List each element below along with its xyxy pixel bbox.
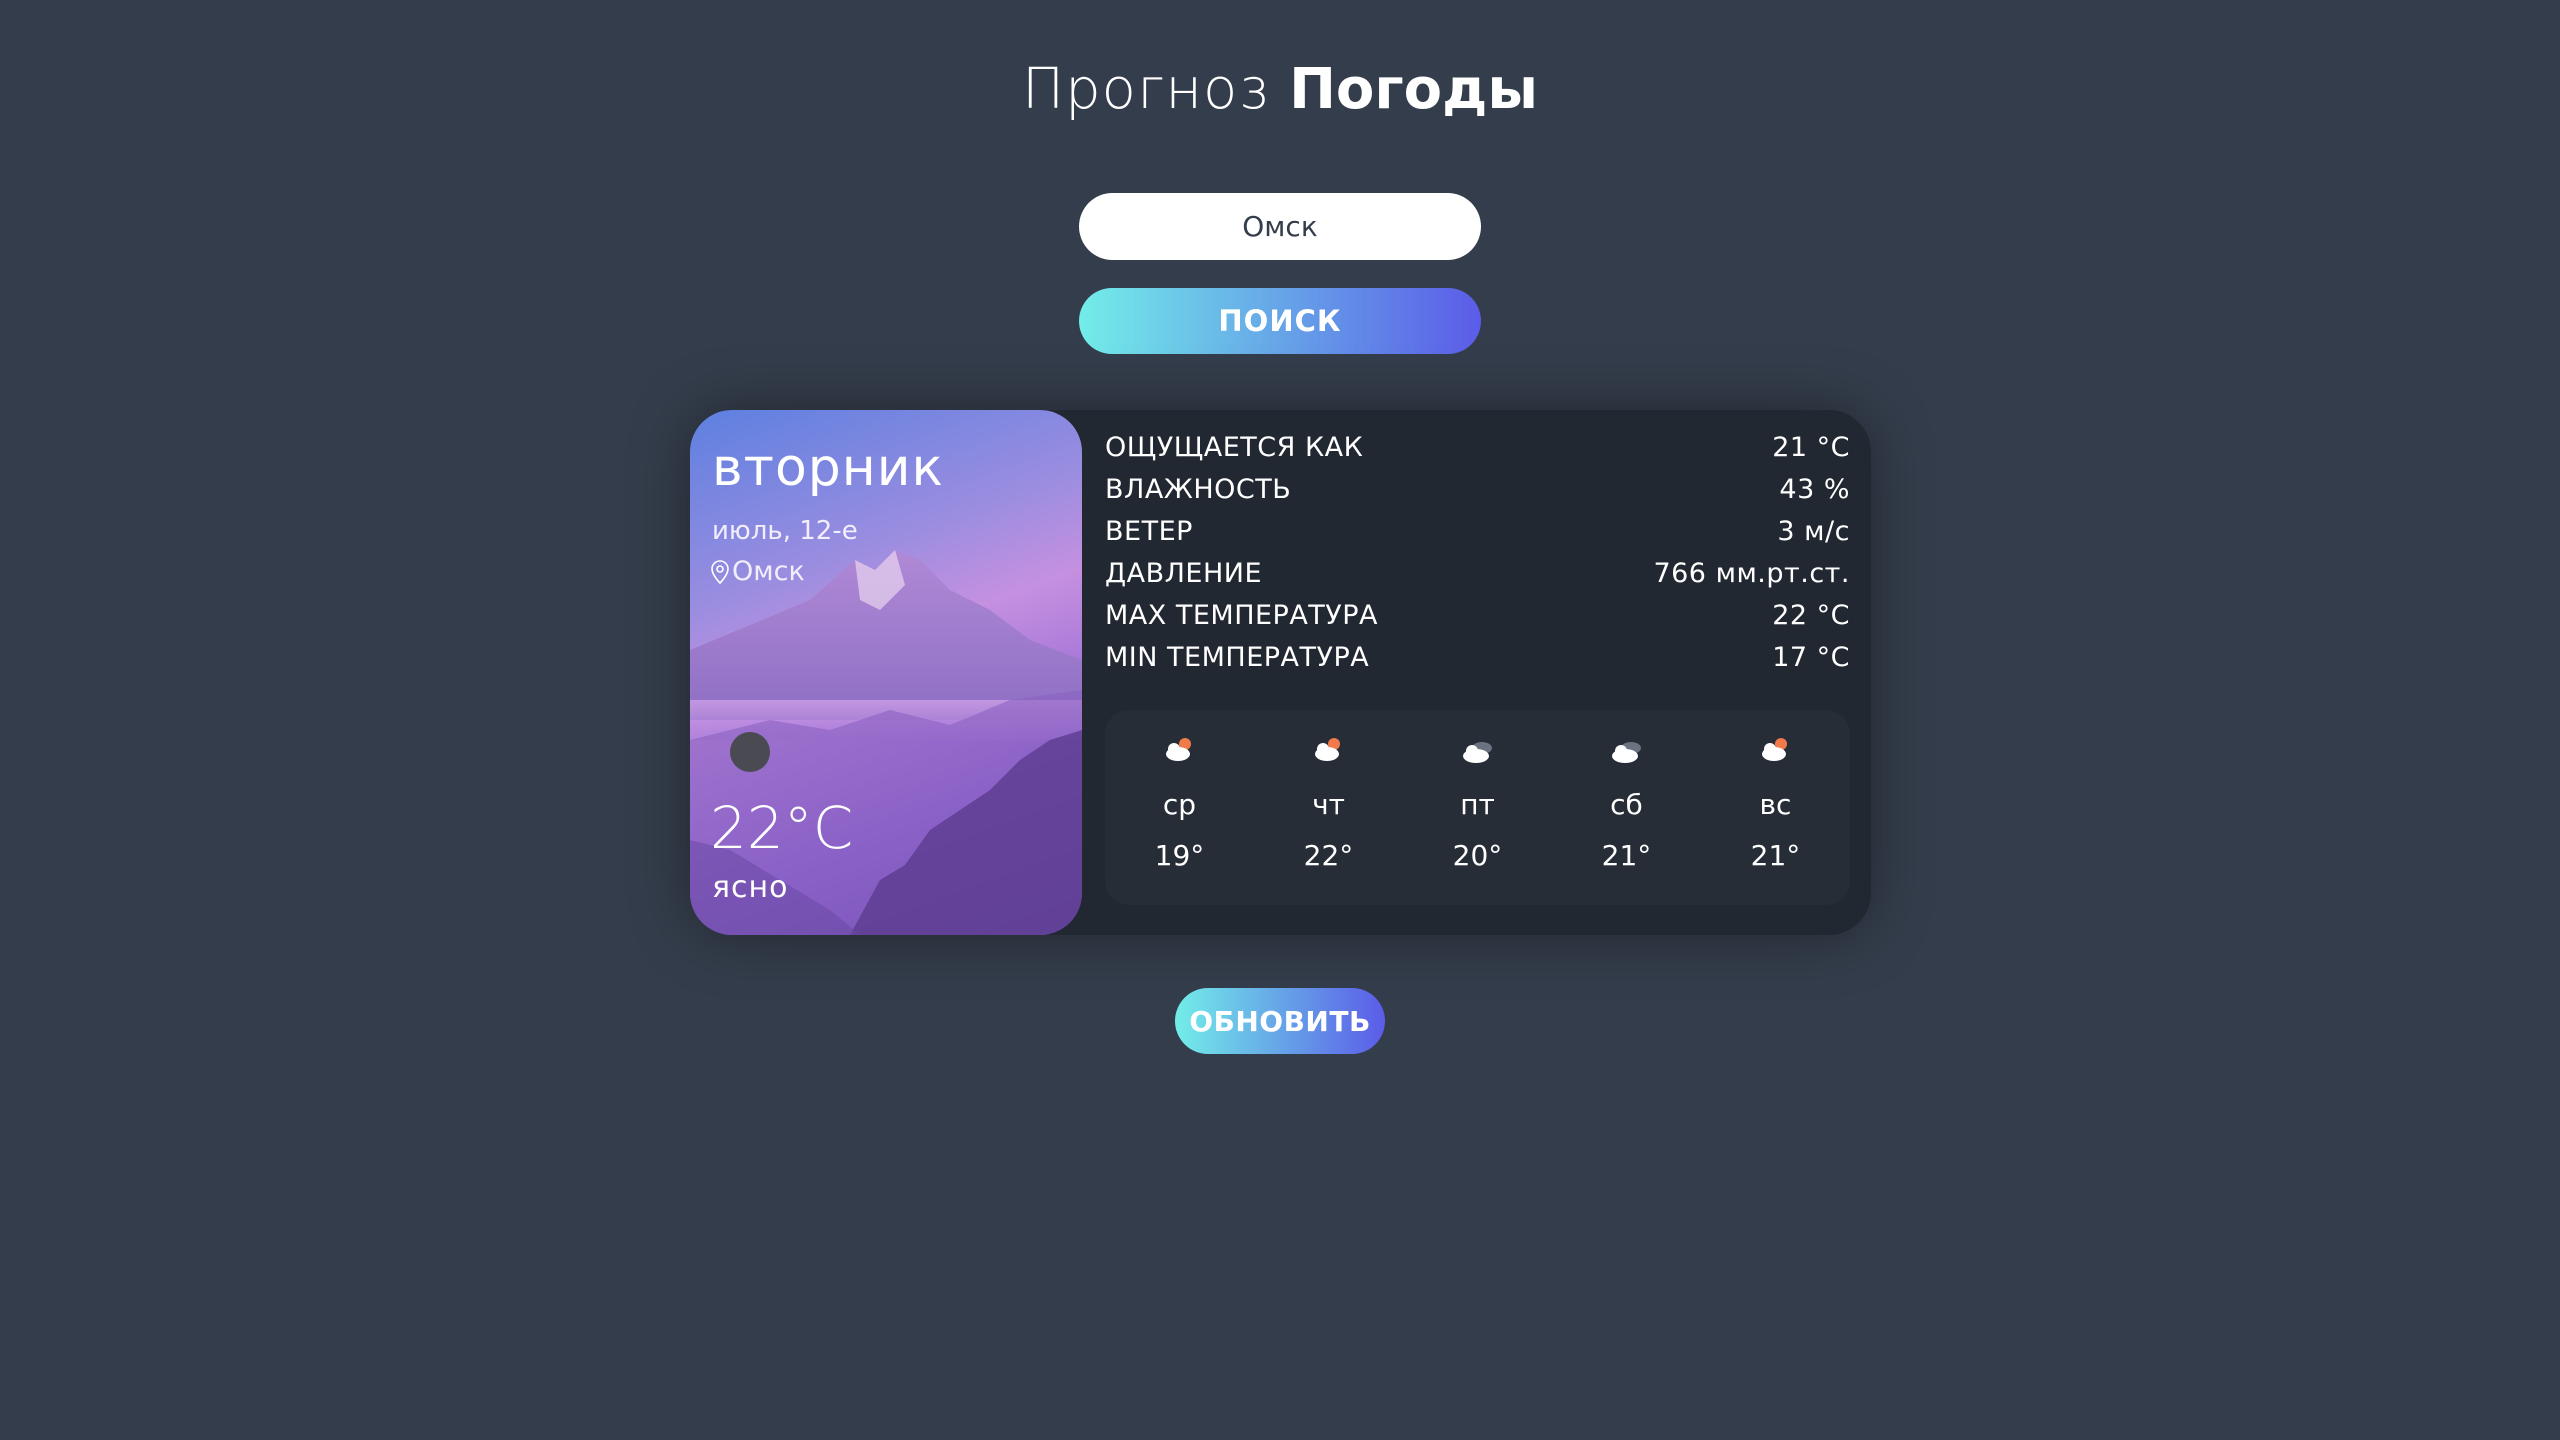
forecast-day: вс 21° xyxy=(1713,710,1838,905)
detail-label: MIN ТЕМПЕРАТУРА xyxy=(1105,641,1370,673)
location-pin-icon xyxy=(711,559,729,584)
today-description: ясно xyxy=(712,870,789,905)
forecast-strip: ср 19° чт 22° пт 20° сб 21° вс 21° xyxy=(1105,710,1850,905)
title-bold: Погоды xyxy=(1289,57,1538,122)
today-location-label: Омск xyxy=(732,556,805,587)
detail-row-wind: ВЕТЕР 3 м/с xyxy=(1105,510,1850,552)
forecast-day-label: чт xyxy=(1312,788,1345,821)
details-list: ОЩУЩАЕТСЯ КАК 21 °C ВЛАЖНОСТЬ 43 % ВЕТЕР… xyxy=(1105,426,1850,678)
forecast-day: пт 20° xyxy=(1415,710,1540,905)
forecast-day: ср 19° xyxy=(1117,710,1242,905)
detail-label: ВЛАЖНОСТЬ xyxy=(1105,473,1292,505)
partly-cloudy-day-icon xyxy=(1314,738,1340,761)
today-weekday: вторник xyxy=(712,438,944,498)
broken-clouds-icon xyxy=(1611,742,1641,763)
forecast-temp: 22° xyxy=(1303,839,1354,872)
partly-cloudy-day-icon xyxy=(1761,738,1787,761)
title-light: Прогноз xyxy=(1021,57,1270,122)
forecast-day-label: сб xyxy=(1610,788,1643,821)
detail-row-pressure: ДАВЛЕНИЕ 766 мм.рт.ст. xyxy=(1105,552,1850,594)
today-panel: вторник июль, 12-е Омск 22°C ясно xyxy=(690,410,1082,935)
forecast-temp: 20° xyxy=(1452,839,1503,872)
city-search-input[interactable] xyxy=(1079,193,1481,260)
detail-value: 17 °C xyxy=(1772,641,1850,673)
detail-value: 766 мм.рт.ст. xyxy=(1653,557,1850,589)
partly-cloudy-day-icon xyxy=(1165,738,1191,761)
forecast-temp: 21° xyxy=(1601,839,1652,872)
detail-value: 3 м/с xyxy=(1777,515,1850,547)
detail-label: MAX ТЕМПЕРАТУРА xyxy=(1105,599,1379,631)
broken-clouds-icon xyxy=(1462,742,1492,763)
detail-row-min-temp: MIN ТЕМПЕРАТУРА 17 °C xyxy=(1105,636,1850,678)
clear-weather-icon xyxy=(730,732,770,772)
detail-row-max-temp: MAX ТЕМПЕРАТУРА 22 °C xyxy=(1105,594,1850,636)
forecast-day-label: ср xyxy=(1162,788,1197,821)
forecast-day: чт 22° xyxy=(1266,710,1391,905)
weather-app: Прогноз Погоды ПОИСК xyxy=(0,0,2560,1440)
detail-row-feels-like: ОЩУЩАЕТСЯ КАК 21 °C xyxy=(1105,426,1850,468)
search-button[interactable]: ПОИСК xyxy=(1079,288,1481,354)
detail-value: 43 % xyxy=(1779,473,1850,505)
today-temperature: 22°C xyxy=(710,794,854,862)
forecast-temp: 21° xyxy=(1750,839,1801,872)
today-location: Омск xyxy=(710,556,805,587)
refresh-button[interactable]: ОБНОВИТЬ xyxy=(1175,988,1385,1054)
detail-label: ОЩУЩАЕТСЯ КАК xyxy=(1105,431,1364,463)
detail-value: 21 °C xyxy=(1772,431,1850,463)
page-title: Прогноз Погоды xyxy=(0,56,2560,124)
weather-card: вторник июль, 12-е Омск 22°C ясно ОЩУЩАЕ… xyxy=(690,410,1871,935)
detail-label: ДАВЛЕНИЕ xyxy=(1105,557,1263,589)
today-date: июль, 12-е xyxy=(712,516,858,546)
forecast-temp: 19° xyxy=(1154,839,1205,872)
forecast-day: сб 21° xyxy=(1564,710,1689,905)
forecast-day-label: пт xyxy=(1460,788,1495,821)
detail-label: ВЕТЕР xyxy=(1105,515,1193,547)
detail-value: 22 °C xyxy=(1772,599,1850,631)
detail-row-humidity: ВЛАЖНОСТЬ 43 % xyxy=(1105,468,1850,510)
forecast-day-label: вс xyxy=(1759,788,1792,821)
